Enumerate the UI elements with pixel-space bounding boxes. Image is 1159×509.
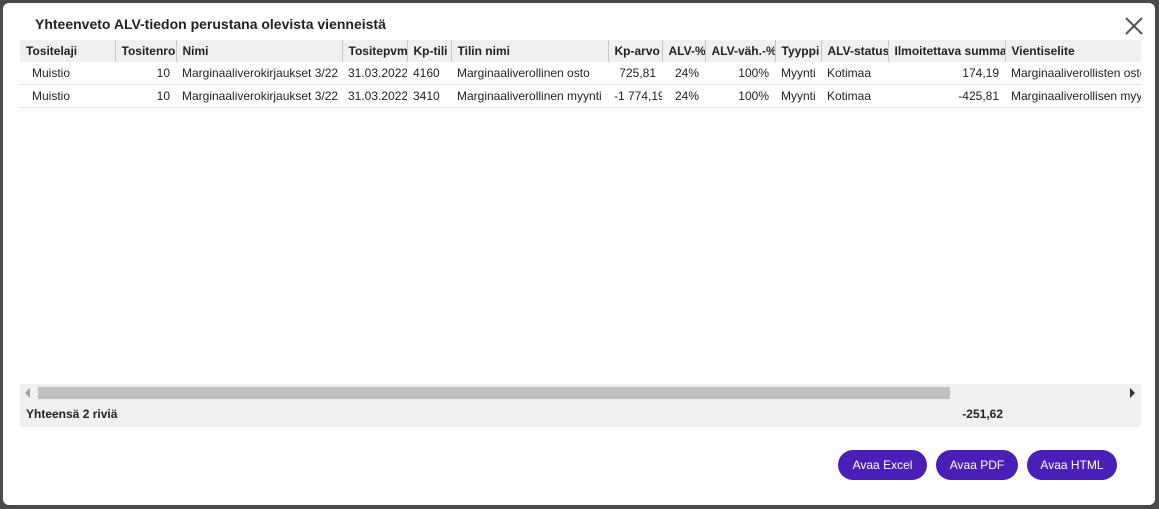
cell-alv-percent: 24% bbox=[674, 89, 699, 103]
column-header-alv-percent[interactable]: ALV-% bbox=[662, 40, 706, 62]
table-row[interactable]: Muistio 10 Marginaaliverokirjaukset 3/22… bbox=[20, 85, 1141, 108]
entries-table-container: Tositelaji Tositenro Nimi Tositepvm Kp-t… bbox=[20, 40, 1141, 390]
cell-alv-percent: 24% bbox=[674, 66, 699, 80]
cell-vientiselite: Marginaaliverollisten osto bbox=[1011, 66, 1141, 80]
table-row[interactable]: Muistio 10 Marginaaliverokirjaukset 3/22… bbox=[20, 62, 1141, 85]
cell-nimi: Marginaaliverokirjaukset 3/22 bbox=[182, 89, 339, 103]
table-header-row: Tositelaji Tositenro Nimi Tositepvm Kp-t… bbox=[20, 40, 1141, 62]
cell-kp-tili: 3410 bbox=[413, 89, 440, 103]
open-excel-button[interactable]: Avaa Excel bbox=[838, 450, 927, 480]
column-header-alv-status[interactable]: ALV-status bbox=[821, 40, 889, 62]
column-header-alv-vah-percent[interactable]: ALV-väh.-% bbox=[705, 40, 776, 62]
cell-tositepvm: 31.03.2022 bbox=[348, 66, 407, 80]
scroll-right-icon[interactable] bbox=[1130, 388, 1135, 398]
column-header-tyyppi[interactable]: Tyyppi bbox=[775, 40, 822, 62]
column-header-vientiselite[interactable]: Vientiselite bbox=[1005, 40, 1141, 62]
row-count: Yhteensä 2 riviä bbox=[26, 407, 118, 421]
column-header-nimi[interactable]: Nimi bbox=[176, 40, 343, 62]
open-pdf-button[interactable]: Avaa PDF bbox=[936, 450, 1018, 480]
column-header-kp-tili[interactable]: Kp-tili bbox=[407, 40, 452, 62]
column-header-tositepvm[interactable]: Tositepvm bbox=[342, 40, 408, 62]
table-footer: Yhteensä 2 riviä -251,62 bbox=[20, 402, 1141, 427]
cell-tilin-nimi: Marginaaliverollinen myynti bbox=[457, 89, 602, 103]
cell-alv-vah-percent: 100% bbox=[738, 66, 769, 80]
close-icon[interactable] bbox=[1123, 15, 1145, 37]
cell-tositenro: 10 bbox=[156, 89, 170, 103]
cell-ilmoitettava-summa: 174,19 bbox=[962, 66, 999, 80]
cell-tilin-nimi: Marginaaliverollinen osto bbox=[457, 66, 590, 80]
cell-ilmoitettava-summa: -425,81 bbox=[958, 89, 999, 103]
dialog-title: Yhteenveto ALV-tiedon perustana olevista… bbox=[35, 16, 386, 32]
column-header-tositelaji[interactable]: Tositelaji bbox=[20, 40, 116, 62]
cell-tositelaji: Muistio bbox=[32, 66, 71, 80]
cell-kp-arvo: -1 774,19 bbox=[614, 89, 662, 103]
cell-nimi: Marginaaliverokirjaukset 3/22 bbox=[182, 66, 339, 80]
open-html-button[interactable]: Avaa HTML bbox=[1027, 450, 1117, 480]
cell-tyyppi: Myynti bbox=[781, 66, 816, 80]
horizontal-scrollbar[interactable] bbox=[20, 384, 1141, 402]
cell-vientiselite: Marginaaliverollisen myyn bbox=[1011, 89, 1141, 103]
scroll-left-icon[interactable] bbox=[25, 388, 30, 398]
cell-alv-status: Kotimaa bbox=[827, 66, 872, 80]
cell-alv-vah-percent: 100% bbox=[738, 89, 769, 103]
cell-tositenro: 10 bbox=[156, 66, 170, 80]
cell-tyyppi: Myynti bbox=[781, 89, 816, 103]
column-header-tositenro[interactable]: Tositenro bbox=[115, 40, 177, 62]
cell-alv-status: Kotimaa bbox=[827, 89, 872, 103]
cell-tositelaji: Muistio bbox=[32, 89, 71, 103]
total-sum: -251,62 bbox=[962, 407, 1003, 421]
column-header-tilin-nimi[interactable]: Tilin nimi bbox=[451, 40, 609, 62]
column-header-ilmoitettava-summa[interactable]: Ilmoitettava summa bbox=[888, 40, 1006, 62]
cell-kp-tili: 4160 bbox=[413, 66, 440, 80]
column-header-kp-arvo[interactable]: Kp-arvo bbox=[608, 40, 663, 62]
summary-dialog: Yhteenveto ALV-tiedon perustana olevista… bbox=[3, 3, 1155, 505]
cell-kp-arvo: 725,81 bbox=[619, 66, 656, 80]
scrollbar-thumb[interactable] bbox=[38, 387, 950, 399]
entries-table: Tositelaji Tositenro Nimi Tositepvm Kp-t… bbox=[20, 40, 1141, 108]
cell-tositepvm: 31.03.2022 bbox=[348, 89, 407, 103]
